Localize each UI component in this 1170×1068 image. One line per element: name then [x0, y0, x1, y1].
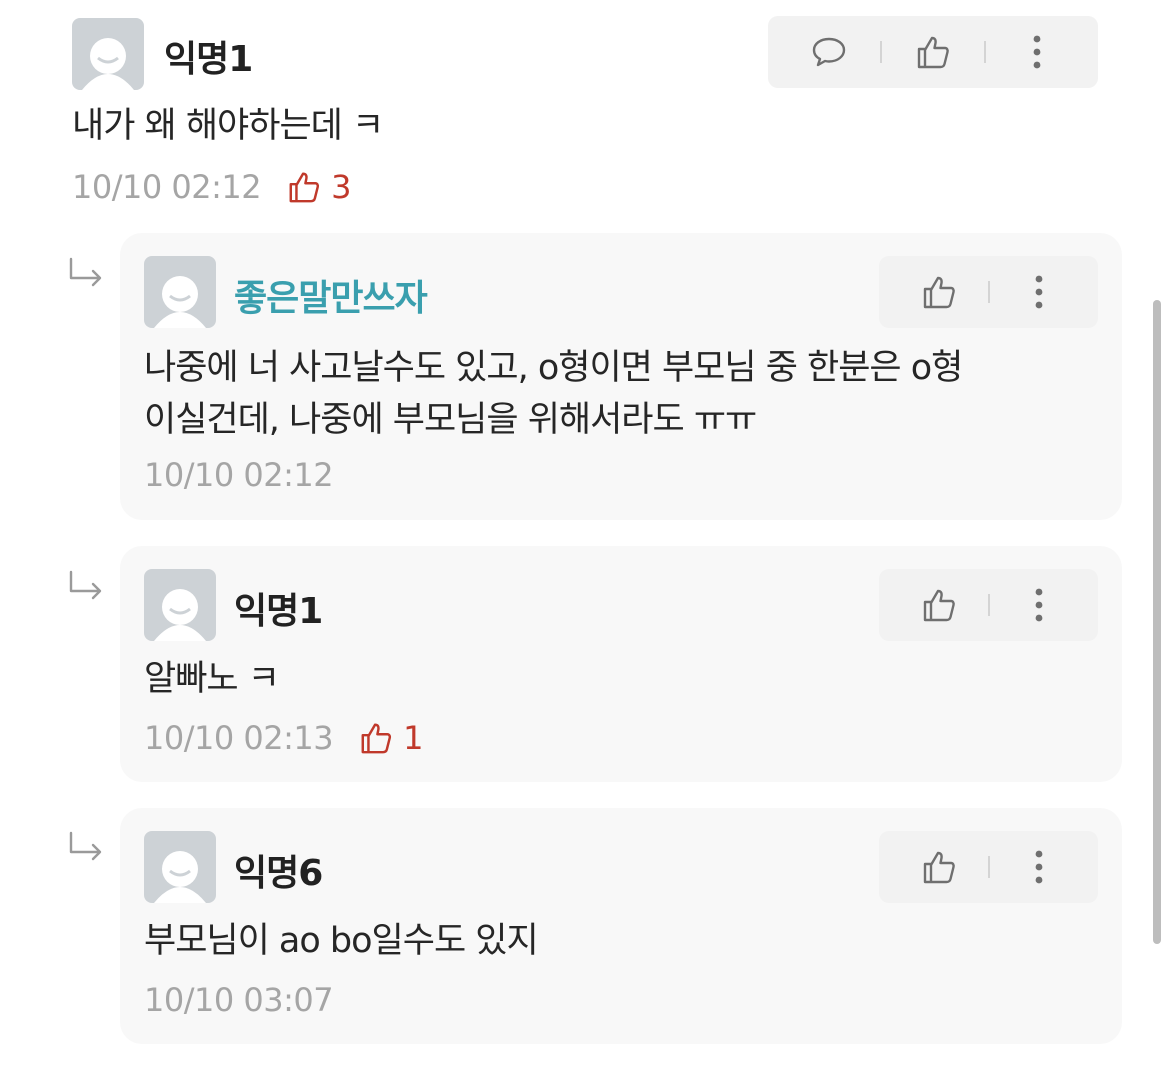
reply-text-line: 나중에 너 사고날수도 있고, o형이면 부모님 중 한분은 o형	[144, 348, 963, 388]
thumbs-up-icon	[923, 589, 955, 622]
timestamp: 10/10 02:12	[72, 168, 262, 206]
divider	[987, 856, 990, 878]
avatar[interactable]	[144, 256, 216, 328]
more-button[interactable]	[1009, 837, 1069, 897]
reply-meta: 10/10 02:13 1	[144, 718, 423, 758]
divider	[987, 281, 990, 303]
like-count-value: 1	[403, 719, 423, 757]
divider	[984, 41, 987, 63]
reply-arrow-icon	[69, 831, 102, 861]
author-name[interactable]: 좋은말만쓰자	[234, 269, 428, 321]
comment-icon	[812, 37, 845, 67]
reply-meta: 10/10 02:12	[144, 455, 334, 495]
thumbs-up-icon	[923, 851, 955, 884]
comment-text: 내가 왜 해야하는데 ㅋ	[72, 106, 384, 146]
author-name[interactable]: 익명6	[234, 844, 323, 896]
thumbs-up-icon	[361, 723, 392, 754]
avatar[interactable]	[72, 18, 144, 90]
divider	[987, 594, 990, 616]
reply-arrow-icon	[69, 570, 102, 600]
reply: 익명6 부모님이 ao bo일수도 있지 10/10 03:07	[120, 808, 1122, 1044]
more-icon	[1035, 850, 1042, 884]
avatar[interactable]	[144, 831, 216, 903]
reply: 좋은말만쓰자 나중에 너 사고날수도 있고, o형이면 부모님 중 한분은 o형…	[120, 233, 1122, 520]
divider	[879, 41, 882, 63]
like-button[interactable]	[909, 837, 969, 897]
like-count: 1	[359, 719, 423, 757]
more-icon	[1033, 35, 1041, 69]
like-count-value: 3	[331, 168, 351, 206]
more-icon	[1035, 275, 1042, 309]
reply-text-line: 부모님이 ao bo일수도 있지	[144, 921, 539, 961]
like-count: 3	[287, 168, 351, 206]
reply-meta: 10/10 03:07	[144, 980, 334, 1020]
reply-arrow-icon	[69, 257, 102, 287]
reply-text-line: 이실건데, 나중에 부모님을 위해서라도 ㅠㅠ	[144, 400, 757, 440]
thumbs-up-icon	[917, 36, 949, 69]
more-icon	[1035, 588, 1042, 622]
thumbs-up-icon	[923, 276, 955, 309]
author-name[interactable]: 익명1	[234, 582, 323, 634]
like-button[interactable]	[909, 262, 969, 322]
more-button[interactable]	[1007, 22, 1067, 82]
reply: 익명1 알빠노 ㅋ 10/10 02:13 1	[120, 546, 1122, 782]
reply-button[interactable]	[799, 22, 859, 82]
timestamp: 10/10 03:07	[144, 981, 334, 1019]
more-button[interactable]	[1009, 575, 1069, 635]
reply-actions	[879, 569, 1098, 641]
timestamp: 10/10 02:12	[144, 456, 334, 494]
more-button[interactable]	[1009, 262, 1069, 322]
thumbs-up-icon	[289, 172, 320, 203]
reply-text-line: 알빠노 ㅋ	[144, 659, 280, 699]
like-button[interactable]	[903, 22, 963, 82]
scrollbar[interactable]	[1153, 300, 1161, 944]
author-name[interactable]: 익명1	[164, 30, 253, 82]
avatar[interactable]	[144, 569, 216, 641]
reply-actions	[879, 256, 1098, 328]
like-button[interactable]	[909, 575, 969, 635]
reply-actions	[879, 831, 1098, 903]
comment-actions	[768, 16, 1098, 88]
comment-meta: 10/10 02:12 3	[72, 167, 351, 207]
timestamp: 10/10 02:13	[144, 719, 334, 757]
